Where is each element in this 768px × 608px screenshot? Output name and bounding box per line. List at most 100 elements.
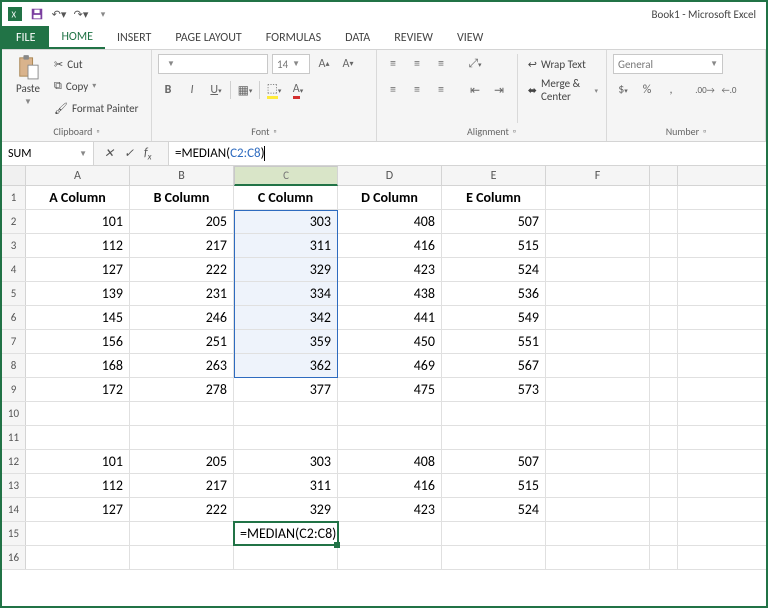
cell[interactable]: 423 <box>338 258 442 281</box>
cell[interactable] <box>650 282 678 305</box>
cell[interactable] <box>26 522 130 545</box>
table-header-cell[interactable]: C Column <box>234 186 338 209</box>
cell[interactable] <box>650 522 678 545</box>
cell[interactable]: 112 <box>26 234 130 257</box>
cell[interactable]: 524 <box>442 258 546 281</box>
align-top-icon[interactable]: ≡ <box>383 54 403 74</box>
row-header[interactable]: 9 <box>2 378 26 401</box>
cell[interactable]: 205 <box>130 450 234 473</box>
cell[interactable] <box>130 522 234 545</box>
cell[interactable] <box>650 474 678 497</box>
row-header[interactable]: 7 <box>2 330 26 353</box>
cell[interactable]: 524 <box>442 498 546 521</box>
cell[interactable] <box>546 546 650 569</box>
formula-input[interactable]: =MEDIAN(C2:C8) <box>169 142 766 165</box>
cell[interactable]: 377 <box>234 378 338 401</box>
cell[interactable]: 263 <box>130 354 234 377</box>
align-middle-icon[interactable]: ≡ <box>407 54 427 74</box>
cell[interactable]: 551 <box>442 330 546 353</box>
cell[interactable]: 246 <box>130 306 234 329</box>
cell[interactable] <box>546 234 650 257</box>
table-header-cell[interactable]: D Column <box>338 186 442 209</box>
cell[interactable]: 408 <box>338 210 442 233</box>
increase-indent-icon[interactable]: ⇥ <box>489 80 509 100</box>
col-header-C[interactable]: C <box>234 166 338 186</box>
fx-icon[interactable]: fx <box>144 145 158 162</box>
cell[interactable] <box>546 450 650 473</box>
tab-home[interactable]: HOME <box>49 26 105 49</box>
cell[interactable]: 222 <box>130 258 234 281</box>
orientation-icon[interactable]: ⤢▾ <box>465 54 485 74</box>
merge-center-button[interactable]: ⬌Merge & Center▾ <box>526 80 600 100</box>
align-bottom-icon[interactable]: ≡ <box>431 54 451 74</box>
save-icon[interactable] <box>30 7 44 21</box>
cell[interactable]: 127 <box>26 498 130 521</box>
clipboard-launcher-icon[interactable]: ▫ <box>96 126 99 137</box>
row-header[interactable]: 15 <box>2 522 26 545</box>
cell[interactable]: 536 <box>442 282 546 305</box>
cell[interactable] <box>442 546 546 569</box>
percent-button[interactable]: % <box>637 80 657 100</box>
currency-button[interactable]: $▾ <box>613 80 633 100</box>
cell[interactable]: 101 <box>26 450 130 473</box>
cell[interactable]: 438 <box>338 282 442 305</box>
increase-font-icon[interactable]: A▴ <box>314 54 334 74</box>
cell[interactable] <box>546 330 650 353</box>
cell[interactable]: 112 <box>26 474 130 497</box>
row-header[interactable]: 8 <box>2 354 26 377</box>
row-header[interactable]: 10 <box>2 402 26 425</box>
cell[interactable]: 359 <box>234 330 338 353</box>
cancel-icon[interactable]: ✕ <box>104 146 118 161</box>
cell[interactable]: 342 <box>234 306 338 329</box>
name-box-arrow-icon[interactable]: ▼ <box>79 149 87 159</box>
cell[interactable] <box>650 186 678 209</box>
underline-button[interactable]: U▾ <box>206 80 226 100</box>
cell[interactable] <box>442 522 546 545</box>
col-header-E[interactable]: E <box>442 166 546 185</box>
row-header[interactable]: 12 <box>2 450 26 473</box>
cell[interactable] <box>234 426 338 449</box>
col-header-B[interactable]: B <box>130 166 234 185</box>
cell[interactable]: 329 <box>234 498 338 521</box>
row-header[interactable]: 1 <box>2 186 26 209</box>
cell[interactable]: 416 <box>338 474 442 497</box>
font-name-select[interactable]: ▼ <box>158 54 268 74</box>
cell[interactable]: 408 <box>338 450 442 473</box>
cell[interactable] <box>130 402 234 425</box>
cell[interactable]: 311 <box>234 234 338 257</box>
cell[interactable]: 251 <box>130 330 234 353</box>
cell[interactable]: 127 <box>26 258 130 281</box>
cell[interactable] <box>650 354 678 377</box>
cell[interactable]: 416 <box>338 234 442 257</box>
cell[interactable]: 278 <box>130 378 234 401</box>
cell[interactable] <box>26 426 130 449</box>
cell[interactable] <box>650 450 678 473</box>
cell[interactable]: 139 <box>26 282 130 305</box>
cell[interactable] <box>546 378 650 401</box>
cell[interactable] <box>546 354 650 377</box>
cell[interactable] <box>546 522 650 545</box>
cell[interactable] <box>650 306 678 329</box>
number-format-select[interactable]: General▼ <box>613 54 723 74</box>
cell[interactable]: 231 <box>130 282 234 305</box>
name-box[interactable]: SUM ▼ <box>2 142 94 165</box>
tab-file[interactable]: FILE <box>2 26 49 49</box>
cell[interactable] <box>650 546 678 569</box>
cell[interactable] <box>130 426 234 449</box>
cell[interactable]: 168 <box>26 354 130 377</box>
col-header-D[interactable]: D <box>338 166 442 185</box>
table-header-cell[interactable]: B Column <box>130 186 234 209</box>
cell[interactable] <box>26 546 130 569</box>
cell[interactable]: 441 <box>338 306 442 329</box>
alignment-launcher-icon[interactable]: ▫ <box>513 126 516 137</box>
cell[interactable]: 217 <box>130 234 234 257</box>
cell[interactable]: 217 <box>130 474 234 497</box>
cell[interactable] <box>338 426 442 449</box>
cell[interactable] <box>546 282 650 305</box>
font-size-select[interactable]: 14▼ <box>272 54 310 74</box>
cell[interactable]: 573 <box>442 378 546 401</box>
tab-formulas[interactable]: FORMULAS <box>254 26 333 49</box>
number-launcher-icon[interactable]: ▫ <box>703 126 706 137</box>
align-left-icon[interactable]: ≡ <box>383 80 403 100</box>
tab-insert[interactable]: INSERT <box>105 26 163 49</box>
